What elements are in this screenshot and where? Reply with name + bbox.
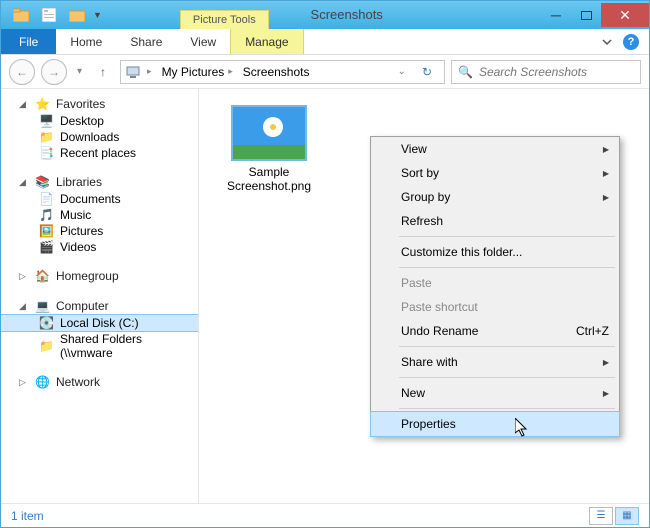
forward-button[interactable]: → [41,59,67,85]
videos-icon: 🎬 [39,240,54,254]
menu-separator [399,267,615,268]
file-item[interactable]: SampleScreenshot.png [219,105,319,194]
menu-separator [399,408,615,409]
ribbon-tabs: File Home Share View Manage ? [1,29,649,55]
properties-icon[interactable] [37,4,61,26]
sidebar-item-desktop[interactable]: 🖥️Desktop [1,113,198,129]
sidebar-item-localdisk[interactable]: 💽Local Disk (C:) [1,315,198,331]
file-thumbnail [231,105,307,161]
sidebar-item-downloads[interactable]: 📁Downloads [1,129,198,145]
computer-crumb-icon[interactable] [125,64,141,80]
menu-item-paste-shortcut: Paste shortcut [371,295,619,319]
status-bar: 1 item ☰ ▦ [1,503,649,527]
manage-tab[interactable]: Manage [230,29,303,54]
picture-tools-tab-header: Picture Tools [180,10,269,29]
search-input[interactable] [479,65,636,79]
search-box[interactable]: 🔍 [451,60,641,84]
address-bar[interactable]: ▸ My Pictures ▸ Screenshots ⌄ ↻ [120,60,445,84]
back-button[interactable]: ← [9,59,35,85]
menu-item-share-with[interactable]: Share with [371,350,619,374]
sidebar-item-recent[interactable]: 📑Recent places [1,145,198,161]
close-button[interactable]: ✕ [601,3,649,27]
menu-item-undo-rename[interactable]: Undo RenameCtrl+Z [371,319,619,343]
network-drive-icon: 📁 [39,339,54,353]
sidebar-item-shared[interactable]: 📁Shared Folders (\\vmware [1,331,198,361]
sidebar-item-music[interactable]: 🎵Music [1,207,198,223]
search-icon: 🔍 [458,65,473,79]
crumb-my-pictures[interactable]: My Pictures ▸ [158,65,237,79]
menu-item-paste: Paste [371,271,619,295]
icons-view-button[interactable]: ▦ [615,507,639,525]
star-icon: ⭐ [35,97,50,111]
menu-separator [399,346,615,347]
refresh-icon[interactable]: ↻ [414,65,440,79]
view-tab[interactable]: View [176,29,230,54]
collapse-icon[interactable]: ◢ [19,99,29,110]
chevron-right-icon[interactable]: ▸ [147,66,152,77]
menu-item-customize-this-folder[interactable]: Customize this folder... [371,240,619,264]
recent-icon: 📑 [39,146,54,160]
favorites-group[interactable]: ◢ ⭐ Favorites [1,97,198,113]
help-icon[interactable]: ? [623,34,639,50]
menu-item-group-by[interactable]: Group by [371,185,619,209]
contextual-tab-header: Picture Tools [180,1,269,29]
crumb-screenshots[interactable]: Screenshots [239,65,314,79]
sidebar-item-pictures[interactable]: 🖼️Pictures [1,223,198,239]
drive-icon: 💽 [39,316,54,330]
music-icon: 🎵 [39,208,54,222]
collapse-icon[interactable]: ◢ [19,301,29,312]
desktop-icon: 🖥️ [39,114,54,128]
menu-item-properties[interactable]: Properties [371,412,619,436]
file-tab[interactable]: File [1,29,56,54]
new-folder-icon[interactable] [65,4,89,26]
computer-icon: 💻 [35,299,50,313]
item-count: 1 item [11,509,44,523]
address-row: ← → ▾ ↑ ▸ My Pictures ▸ Screenshots ⌄ ↻ … [1,55,649,89]
folder-icon[interactable] [9,4,33,26]
collapse-icon[interactable]: ◢ [19,177,29,188]
computer-group[interactable]: ◢ 💻 Computer [1,299,198,315]
expand-icon[interactable]: ▷ [19,271,29,282]
window-title: Screenshots [311,7,383,22]
context-menu: ViewSort byGroup byRefresh Customize this… [370,136,620,437]
menu-item-sort-by[interactable]: Sort by [371,161,619,185]
downloads-icon: 📁 [39,130,54,144]
home-tab[interactable]: Home [56,29,116,54]
minimize-button[interactable]: ─ [541,3,571,27]
details-view-button[interactable]: ☰ [589,507,613,525]
file-name: SampleScreenshot.png [219,165,319,194]
sidebar-item-documents[interactable]: 📄Documents [1,191,198,207]
libraries-group[interactable]: ◢ 📚 Libraries [1,175,198,191]
homegroup-icon: 🏠 [35,269,50,283]
libraries-icon: 📚 [35,175,50,189]
navigation-pane: ◢ ⭐ Favorites 🖥️Desktop 📁Downloads 📑Rece… [1,89,199,503]
menu-separator [399,377,615,378]
history-dropdown-icon[interactable]: ▾ [73,66,86,77]
expand-icon[interactable]: ▷ [19,377,29,388]
window-controls: ─ ✕ [541,3,649,27]
share-tab[interactable]: Share [116,29,176,54]
documents-icon: 📄 [39,192,54,206]
expand-ribbon-icon[interactable] [601,36,613,48]
menu-item-view[interactable]: View [371,137,619,161]
qat-dropdown-icon[interactable]: ▼ [93,10,102,20]
pictures-icon: 🖼️ [39,224,54,238]
up-button[interactable]: ↑ [92,65,114,79]
menu-item-new[interactable]: New [371,381,619,405]
homegroup-group[interactable]: ▷ 🏠 Homegroup [1,269,198,285]
menu-item-refresh[interactable]: Refresh [371,209,619,233]
sidebar-item-videos[interactable]: 🎬Videos [1,239,198,255]
network-icon: 🌐 [35,375,50,389]
address-dropdown-icon[interactable]: ⌄ [392,66,412,77]
maximize-button[interactable] [571,3,601,27]
network-group[interactable]: ▷ 🌐 Network [1,375,198,391]
quick-access-toolbar: ▼ [1,4,110,26]
title-bar: ▼ Picture Tools Screenshots ─ ✕ [1,1,649,29]
menu-separator [399,236,615,237]
